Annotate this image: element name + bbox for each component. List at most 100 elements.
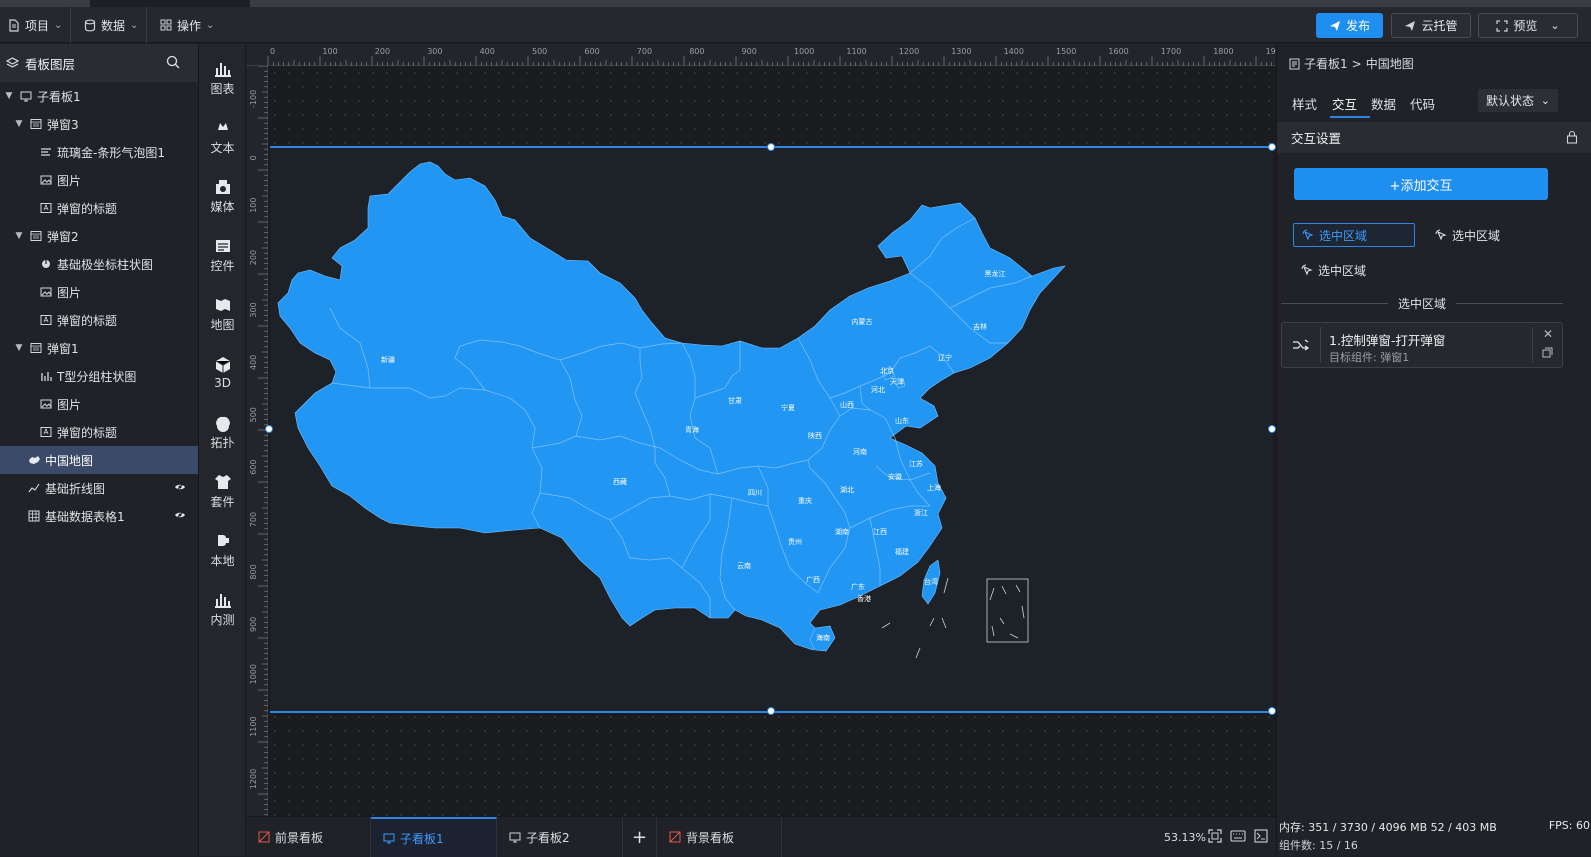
selected-map-component[interactable]: 新疆 西藏 青海 甘肃 内蒙古 黑龙江 吉林 辽宁 北京 天津 河北 山西 宁夏 陕西 山东 河南 江苏 安徽 上海… [265,143,1276,715]
resize-handle-top-right[interactable] [1268,143,1276,151]
layer-item[interactable]: 图片 [0,390,198,418]
layer-item[interactable]: ▼ 弹窗2 [0,222,198,250]
map-tool[interactable]: 地图 [199,288,246,340]
preview-button[interactable]: 预览 ⌄ [1478,13,1578,38]
camera-icon [215,179,230,194]
map-icon [28,454,40,466]
expand-arrow-icon[interactable]: ▼ [4,91,14,101]
eye-hidden-icon[interactable] [174,510,186,520]
menu-project[interactable]: 项目 ⌄ [0,7,72,43]
layer-item[interactable]: 基础折线图 [0,474,198,502]
map-icon [215,298,230,311]
expand-arrow-icon[interactable]: ▼ [14,119,24,129]
menu-operation[interactable]: 操作 ⌄ [152,7,222,43]
event-label: 选中区域 [1452,228,1501,243]
ruler-label: 1500 [1056,47,1076,56]
layer-item[interactable]: 基础极坐标柱状图 [0,250,198,278]
text-tool[interactable]: 文本 [199,111,246,163]
expand-arrow-icon[interactable]: ▼ [14,343,24,353]
event-label: 选中区域 [1318,263,1367,278]
expand-arrow-icon[interactable]: ▼ [14,231,24,241]
text-icon [40,314,52,326]
layer-item[interactable]: T型分组柱状图 [0,362,198,390]
layer-item[interactable]: 弹窗的标题 [0,194,198,222]
layer-panel-header: 看板图层 [0,44,198,82]
resize-handle-bottom[interactable] [767,707,775,715]
fit-screen-icon[interactable] [1208,829,1222,843]
layer-item[interactable]: 弹窗的标题 [0,306,198,334]
event-select-region-3[interactable]: 选中区域 [1293,258,1374,282]
search-icon[interactable] [166,55,180,69]
chart-tool[interactable]: 图表 [199,52,246,104]
local-tool[interactable]: 本地 [199,524,246,576]
province-label: 黑龙江 [985,269,1006,278]
beta-tool[interactable]: 内测 [199,583,246,635]
province-label: 天津 [890,378,904,386]
copy-icon[interactable] [1542,347,1553,358]
province-label: 台湾 [924,577,938,586]
keyboard-icon[interactable] [1230,829,1246,843]
resize-handle-left[interactable] [265,425,273,433]
resize-handle-right[interactable] [1268,425,1276,433]
layer-item-label: 图片 [57,173,82,188]
puzzle-icon [217,534,229,546]
china-map[interactable]: 新疆西藏 青海 甘肃 内蒙古 黑龙江吉林辽宁北京天津河北山西 宁夏陕西 山东河南江苏安徽上海… [270,148,1273,711]
tab-sub-board-2[interactable]: 子看板2 [497,817,623,857]
layer-item[interactable]: 弹窗的标题 [0,418,198,446]
layer-item[interactable]: ▼ 弹窗3 [0,110,198,138]
layer-item[interactable]: 中国地图 [0,446,198,474]
menubar: 项目 ⌄ 数据 ⌄ 操作 ⌄ 发布 云托管 预览 ⌄ [0,7,1591,43]
add-board-button[interactable]: + [623,817,657,857]
action-target: 目标组件: 弹窗1 [1329,351,1410,364]
kit-tool[interactable]: 套件 [199,465,246,517]
media-tool[interactable]: 媒体 [199,170,246,222]
layer-item-label: 子看板1 [37,89,81,104]
interaction-action-card[interactable]: 1.控制弹窗-打开弹窗 目标组件: 弹窗1 ✕ [1281,322,1563,368]
image-icon [40,174,52,186]
event-select-region-1[interactable]: 选中区域 [1293,223,1415,247]
add-interaction-button[interactable]: +添加交互 [1294,168,1548,200]
topology-tool[interactable]: 拓扑 [199,406,246,458]
layer-item[interactable]: 基础数据表格1 [0,502,198,530]
province-label: 安徽 [888,472,902,481]
grid-icon [160,19,172,31]
active-tab-indicator [1330,116,1370,118]
3d-tool[interactable]: 3D [199,347,246,399]
tab-code[interactable]: 代码 [1410,94,1435,113]
menu-data[interactable]: 数据 ⌄ [76,7,148,43]
ruler-label: 1100 [846,47,866,56]
tab-style[interactable]: 样式 [1292,94,1317,113]
layer-item-label: 弹窗的标题 [57,313,118,328]
tab-interaction[interactable]: 交互 [1332,94,1357,113]
control-tool[interactable]: 控件 [199,229,246,281]
window-tab[interactable] [90,0,250,7]
layer-item[interactable]: 图片 [0,166,198,194]
tab-foreground-board[interactable]: 前景看板 [246,817,371,857]
layer-item[interactable]: ▼ 子看板1 [0,82,198,110]
tab-background-board[interactable]: 背景看板 [657,817,782,857]
province-label: 浙江 [914,508,928,517]
ruler-label: 1300 [951,47,971,56]
publish-button[interactable]: 发布 [1316,13,1383,38]
close-icon[interactable]: ✕ [1543,327,1553,341]
layer-item[interactable]: 图片 [0,278,198,306]
layer-item[interactable]: ▼ 弹窗1 [0,334,198,362]
layer-item[interactable]: 琉璃金-条形气泡图1 [0,138,198,166]
state-select[interactable]: 默认状态 ⌄ [1478,89,1558,112]
resize-handle-bottom-right[interactable] [1268,707,1276,715]
resize-handle-top[interactable] [767,143,775,151]
layer-panel-title: 看板图层 [25,56,76,72]
cloud-host-button[interactable]: 云托管 [1391,13,1471,38]
zoom-level[interactable]: 53.13% [1164,831,1206,844]
lock-icon[interactable] [1566,130,1578,144]
breadcrumb-parent[interactable]: 子看板1 [1304,55,1348,72]
province-label: 内蒙古 [852,317,873,326]
event-select-region-2[interactable]: 选中区域 [1427,223,1508,247]
map-mainland [277,161,1066,651]
terminal-icon[interactable] [1254,829,1268,843]
eye-hidden-icon[interactable] [174,482,186,492]
tab-sub-board-1[interactable]: 子看板1 [371,817,497,857]
line-icon [28,482,40,494]
tab-data[interactable]: 数据 [1371,94,1396,113]
province-label: 重庆 [798,496,812,505]
